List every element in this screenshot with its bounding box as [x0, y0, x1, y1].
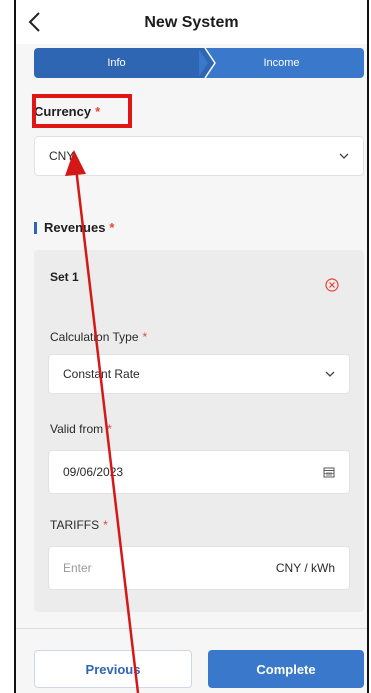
- set-title: Set 1: [50, 270, 79, 284]
- required-mark: *: [142, 330, 148, 344]
- annotation-highlight-box: [32, 94, 132, 128]
- valid-from-value: 09/06/2023: [63, 465, 124, 479]
- app-screen: New System Info Income Currency * CNY Rev…: [14, 0, 369, 693]
- required-mark: *: [107, 422, 112, 436]
- currency-select[interactable]: CNY: [34, 136, 364, 176]
- step-info-label: Info: [107, 57, 126, 69]
- tariffs-unit: CNY / kWh: [275, 561, 335, 575]
- revenues-label: Revenues *: [44, 220, 114, 235]
- calculation-type-value: Constant Rate: [63, 367, 140, 381]
- step-indicator: Info Income: [34, 48, 364, 78]
- chevron-down-icon: [325, 371, 335, 377]
- calculation-type-label: Calculation Type *: [50, 330, 147, 344]
- step-income[interactable]: Income: [199, 48, 364, 78]
- valid-from-date-input[interactable]: 09/06/2023: [48, 450, 350, 494]
- header: New System: [16, 0, 367, 44]
- tariffs-placeholder: Enter: [63, 561, 92, 575]
- calendar-icon[interactable]: [323, 466, 335, 478]
- required-mark: *: [109, 220, 115, 235]
- tariffs-input[interactable]: Enter CNY / kWh: [48, 546, 350, 590]
- currency-value: CNY: [49, 149, 75, 163]
- calculation-type-label-text: Calculation Type: [50, 330, 139, 344]
- previous-button[interactable]: Previous: [34, 650, 192, 688]
- chevron-down-icon: [339, 153, 349, 159]
- step-info[interactable]: Info: [34, 48, 199, 78]
- calculation-type-select[interactable]: Constant Rate: [48, 354, 350, 394]
- revenue-set-card: Set 1 Calculation Type * Constant Rate Va…: [34, 250, 364, 612]
- close-circle-icon[interactable]: [324, 277, 340, 293]
- required-mark: *: [103, 518, 108, 532]
- valid-from-label: Valid from *: [50, 422, 112, 436]
- tariffs-label-text: TARIFFS: [50, 518, 100, 532]
- section-marker: [34, 222, 37, 234]
- valid-from-label-text: Valid from: [50, 422, 104, 436]
- footer-divider: [16, 628, 367, 629]
- step-separator-icon: [198, 48, 216, 78]
- complete-button[interactable]: Complete: [208, 650, 364, 688]
- page-title: New System: [144, 14, 239, 31]
- step-income-label: Income: [263, 57, 300, 69]
- tariffs-label: TARIFFS *: [50, 518, 108, 532]
- revenues-label-text: Revenues: [44, 220, 106, 235]
